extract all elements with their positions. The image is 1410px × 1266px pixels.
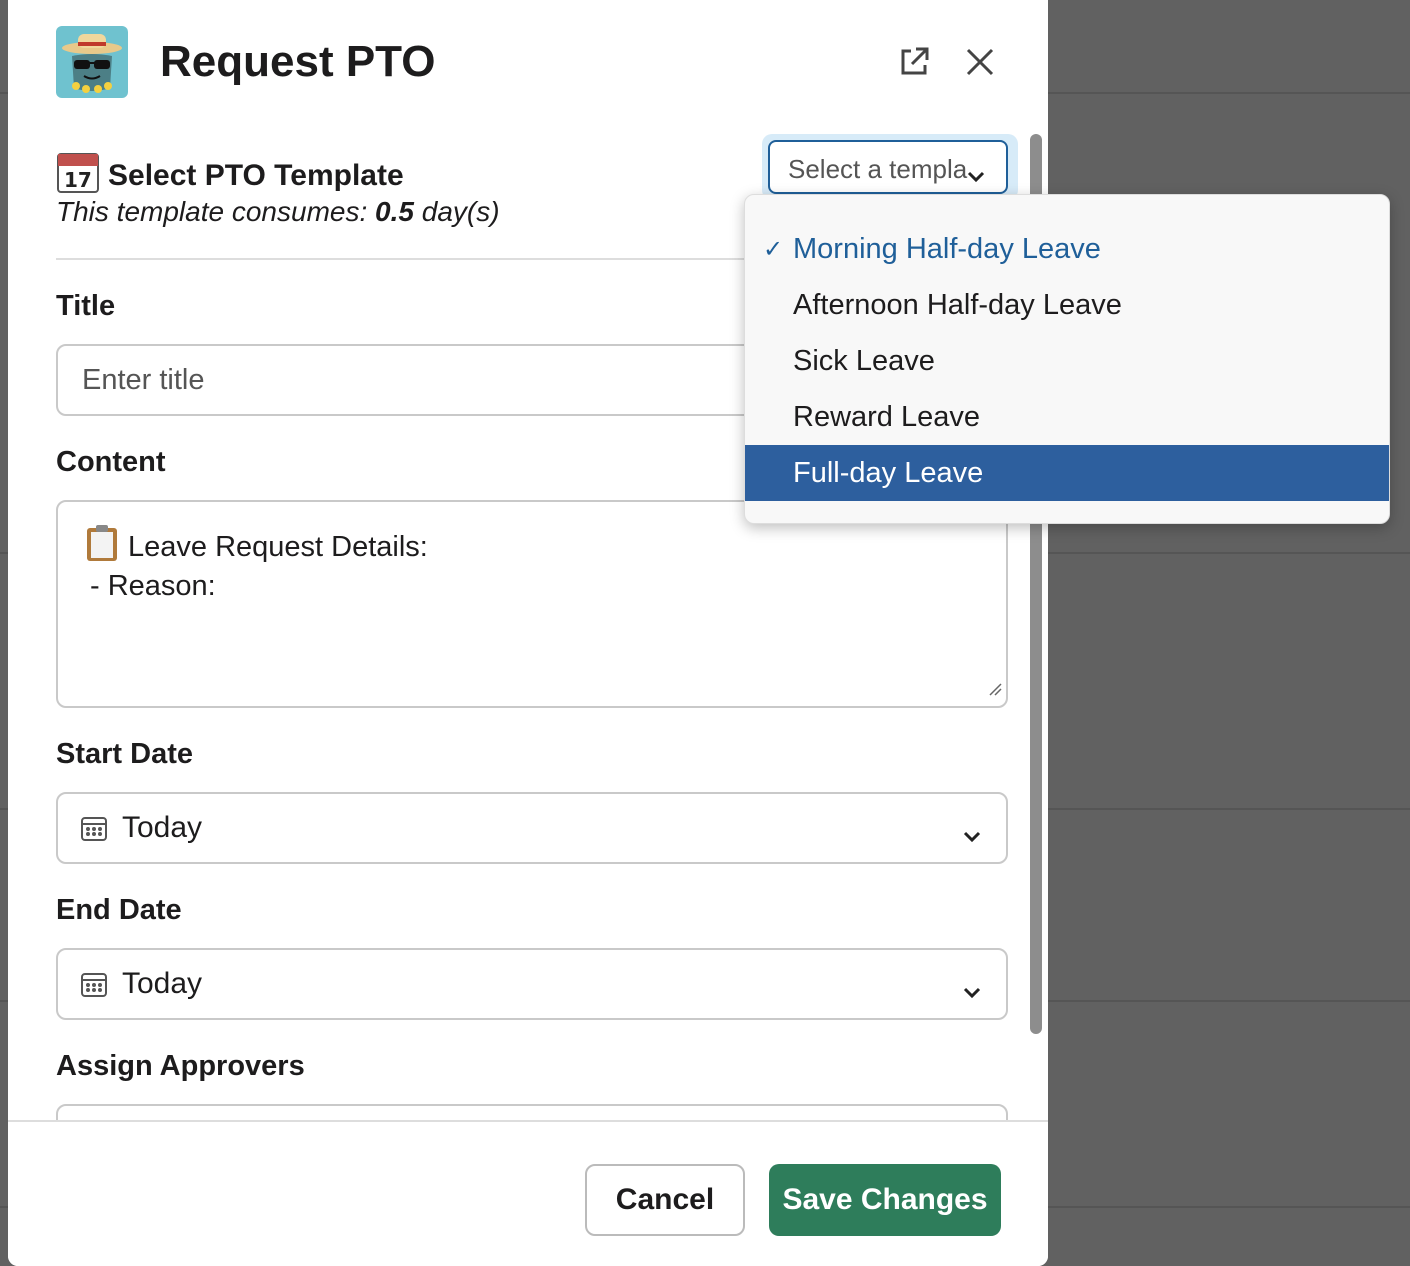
chevron-down-icon — [962, 818, 982, 852]
calendar-icon — [80, 970, 108, 998]
menu-item-label: Morning Half-day Leave — [793, 232, 1101, 265]
svg-text:17: 17 — [64, 168, 92, 192]
resize-handle-icon[interactable] — [988, 671, 1002, 704]
calendar-icon — [80, 814, 108, 842]
content-label: Content — [56, 446, 166, 478]
modal-header: Request PTO — [8, 0, 1048, 120]
end-date-value: Today — [122, 967, 203, 1000]
content-line-2: - Reason: — [90, 570, 216, 602]
end-date-label: End Date — [56, 894, 182, 926]
template-heading: 17 Select PTO Template — [56, 150, 404, 202]
title-placeholder: Enter title — [82, 364, 205, 396]
start-date-label: Start Date — [56, 738, 193, 770]
checkmark-icon: ✓ — [763, 236, 784, 263]
consumes-prefix: This template consumes: — [56, 196, 376, 227]
menu-item-afternoon-half-day[interactable]: Afternoon Half-day Leave — [745, 277, 1389, 333]
consumes-suffix: day(s) — [413, 196, 500, 227]
menu-item-label: Sick Leave — [793, 344, 935, 377]
content-textarea[interactable]: Leave Request Details: - Reason: — [56, 500, 1008, 708]
title-label: Title — [56, 290, 116, 322]
menu-item-label: Full-day Leave — [793, 456, 984, 489]
template-dropdown-menu: ✓ Morning Half-day Leave Afternoon Half-… — [744, 194, 1390, 524]
close-icon[interactable] — [960, 42, 1000, 82]
chevron-down-icon — [962, 974, 982, 1008]
modal-title: Request PTO — [160, 37, 436, 86]
template-heading-text: Select PTO Template — [108, 159, 404, 192]
content-line-1-text: Leave Request Details: — [128, 530, 428, 563]
request-pto-modal: Request PTO 17 Select PTO Template This … — [8, 0, 1048, 1266]
open-external-icon[interactable] — [894, 42, 934, 82]
chevron-down-icon — [966, 160, 986, 191]
menu-item-sick-leave[interactable]: Sick Leave — [745, 333, 1389, 389]
cancel-button[interactable]: Cancel — [585, 1164, 745, 1236]
template-select-placeholder: Select a templa — [788, 154, 968, 184]
calendar-emoji-icon: 17 — [56, 150, 100, 202]
app-avatar-icon — [56, 26, 128, 98]
modal-footer: Cancel Save Changes — [8, 1120, 1048, 1266]
menu-item-morning-half-day[interactable]: ✓ Morning Half-day Leave — [745, 221, 1389, 277]
menu-item-label: Reward Leave — [793, 400, 980, 433]
template-select-focus-ring: Select a templa — [762, 134, 1018, 200]
approvers-label: Assign Approvers — [56, 1050, 305, 1082]
section-divider — [56, 258, 756, 260]
consumes-value: 0.5 — [375, 196, 414, 227]
menu-item-reward-leave[interactable]: Reward Leave — [745, 389, 1389, 445]
menu-item-label: Afternoon Half-day Leave — [793, 288, 1122, 321]
end-date-picker[interactable]: Today — [56, 948, 1008, 1020]
clipboard-emoji-icon — [84, 524, 120, 570]
content-line-1: Leave Request Details: — [84, 524, 428, 570]
start-date-picker[interactable]: Today — [56, 792, 1008, 864]
menu-item-full-day-leave[interactable]: Full-day Leave — [745, 445, 1389, 501]
template-consumes-text: This template consumes: 0.5 day(s) — [56, 196, 500, 228]
save-changes-button[interactable]: Save Changes — [769, 1164, 1001, 1236]
start-date-value: Today — [122, 811, 203, 844]
template-select[interactable]: Select a templa — [768, 140, 1008, 194]
